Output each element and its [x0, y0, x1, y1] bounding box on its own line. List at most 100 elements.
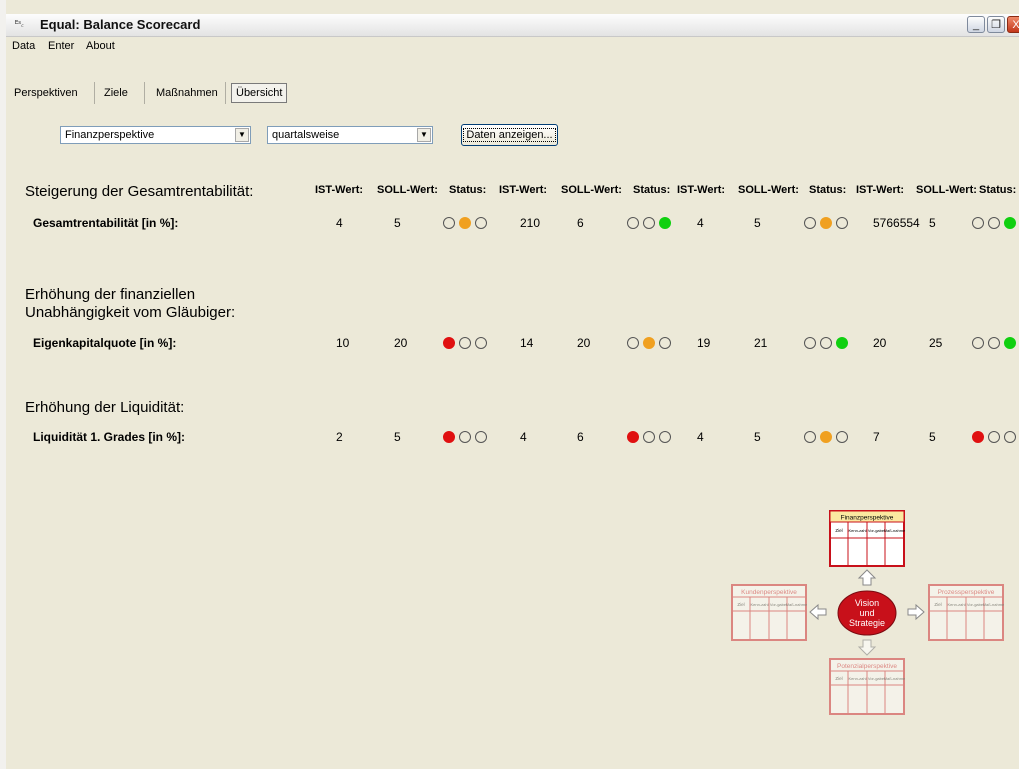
- application-window: ᴱˢ꜀ Equal: Balance Scorecard _ ❐ X Data …: [0, 0, 1019, 769]
- diagram-col-label: Kenn-zahl: [750, 602, 768, 607]
- perspective-select[interactable]: Finanzperspektive ▼: [60, 126, 251, 144]
- status-light-icon: [1004, 217, 1016, 229]
- diagram-col-label: Maß-nahme: [786, 602, 808, 607]
- status-indicator: [972, 336, 1019, 352]
- status-light-icon: [443, 337, 455, 349]
- ist-value: 20: [873, 336, 887, 350]
- ist-value: 4: [697, 216, 704, 230]
- soll-value: 6: [577, 430, 584, 444]
- vision-ellipse: Vision und Strategie: [837, 590, 897, 636]
- diagram-col-label: Kenn-zahl: [947, 602, 965, 607]
- right-arrow-icon: [907, 603, 925, 621]
- diagram-box-top: Finanzperspektive Ziel Kenn-zahl Vor-gab…: [829, 510, 906, 567]
- tab-divider: [94, 82, 95, 104]
- status-indicator: [443, 216, 493, 232]
- metric-label: Liquidität 1. Grades [in %]:: [33, 430, 186, 444]
- app-icon: ᴱˢ꜀: [15, 19, 24, 28]
- status-light-icon: [972, 337, 984, 349]
- vision-label: Vision: [855, 598, 879, 608]
- status-light-icon: [643, 217, 655, 229]
- soll-value: 5: [929, 430, 936, 444]
- chevron-down-icon[interactable]: ▼: [235, 128, 249, 142]
- diagram-col-label: Maß-nahme: [884, 528, 906, 533]
- menu-data[interactable]: Data: [12, 40, 35, 52]
- status-light-icon: [820, 217, 832, 229]
- status-indicator: [804, 430, 854, 446]
- status-light-icon: [836, 431, 848, 443]
- status-light-icon: [627, 337, 639, 349]
- ist-value: 19: [697, 336, 711, 350]
- period-select[interactable]: quartalsweise ▼: [267, 126, 433, 144]
- status-light-icon: [627, 431, 639, 443]
- status-indicator: [972, 430, 1019, 446]
- status-light-icon: [804, 431, 816, 443]
- soll-value: 5: [754, 430, 761, 444]
- status-indicator: [804, 216, 854, 232]
- soll-value: 20: [394, 336, 408, 350]
- status-light-icon: [475, 337, 487, 349]
- diagram-col-label: Kenn-zahl: [848, 676, 866, 681]
- left-arrow-icon: [809, 603, 827, 621]
- status-light-icon: [459, 431, 471, 443]
- scorecard-diagram: Finanzperspektive Ziel Kenn-zahl Vor-gab…: [731, 510, 1005, 715]
- tab-divider: [144, 82, 145, 104]
- status-light-icon: [459, 337, 471, 349]
- status-light-icon: [443, 431, 455, 443]
- status-light-icon: [820, 431, 832, 443]
- ist-value: 4: [336, 216, 343, 230]
- show-data-button[interactable]: Daten anzeigen...: [461, 124, 558, 146]
- restore-button[interactable]: ❐: [987, 16, 1005, 33]
- soll-value: 5: [929, 216, 936, 230]
- column-header-status: Status:: [633, 184, 671, 196]
- status-light-icon: [1004, 431, 1016, 443]
- status-light-icon: [659, 217, 671, 229]
- chevron-down-icon[interactable]: ▼: [417, 128, 431, 142]
- diagram-label-top: Finanzperspektive: [841, 515, 894, 522]
- ist-value: 4: [697, 430, 704, 444]
- diagram-col-label: Ziel: [737, 602, 744, 607]
- soll-value: 20: [577, 336, 591, 350]
- status-light-icon: [475, 431, 487, 443]
- status-light-icon: [988, 337, 1000, 349]
- vision-label: und: [859, 608, 874, 618]
- status-indicator: [804, 336, 854, 352]
- tab-ziele[interactable]: Ziele: [104, 82, 128, 104]
- status-light-icon: [443, 217, 455, 229]
- diagram-col-label: Vor-gabe: [868, 676, 885, 681]
- diagram-box-right: Prozessperspektive Ziel Kenn-zahl Vor-ga…: [928, 584, 1005, 641]
- tab-massnahmen[interactable]: Maßnahmen: [156, 82, 218, 104]
- diagram-label-right: Prozessperspektive: [938, 589, 995, 596]
- soll-value: 5: [394, 216, 401, 230]
- column-header-soll: SOLL-Wert:: [916, 184, 977, 196]
- menu-bar: Data Enter About: [12, 38, 1019, 56]
- menu-about[interactable]: About: [86, 40, 115, 52]
- perspective-select-value: Finanzperspektive: [65, 129, 155, 141]
- ist-value: 10: [336, 336, 350, 350]
- diagram-col-label: Ziel: [835, 528, 842, 533]
- close-button[interactable]: X: [1007, 16, 1019, 33]
- title-bar[interactable]: ᴱˢ꜀ Equal: Balance Scorecard _ ❐ X: [6, 14, 1019, 37]
- status-light-icon: [459, 217, 471, 229]
- tab-divider: [225, 82, 226, 104]
- column-header-ist: IST-Wert:: [856, 184, 905, 196]
- tab-perspektiven[interactable]: Perspektiven: [14, 82, 78, 104]
- status-light-icon: [627, 217, 639, 229]
- vision-label: Strategie: [849, 618, 885, 628]
- soll-value: 21: [754, 336, 768, 350]
- tab-uebersicht[interactable]: Übersicht: [231, 83, 288, 103]
- status-light-icon: [1004, 337, 1016, 349]
- menu-enter[interactable]: Enter: [48, 40, 74, 52]
- ist-value: 210: [520, 216, 541, 230]
- status-indicator: [627, 336, 677, 352]
- diagram-col-label: Maß-nahme: [983, 602, 1005, 607]
- up-arrow-icon: [857, 569, 877, 586]
- status-indicator: [627, 430, 677, 446]
- status-indicator: [972, 216, 1019, 232]
- diagram-col-label: Ziel: [835, 676, 842, 681]
- minimize-button[interactable]: _: [967, 16, 985, 33]
- status-light-icon: [659, 337, 671, 349]
- status-light-icon: [804, 337, 816, 349]
- column-header-ist: IST-Wert:: [499, 184, 548, 196]
- column-header-status: Status:: [449, 184, 487, 196]
- status-indicator: [627, 216, 677, 232]
